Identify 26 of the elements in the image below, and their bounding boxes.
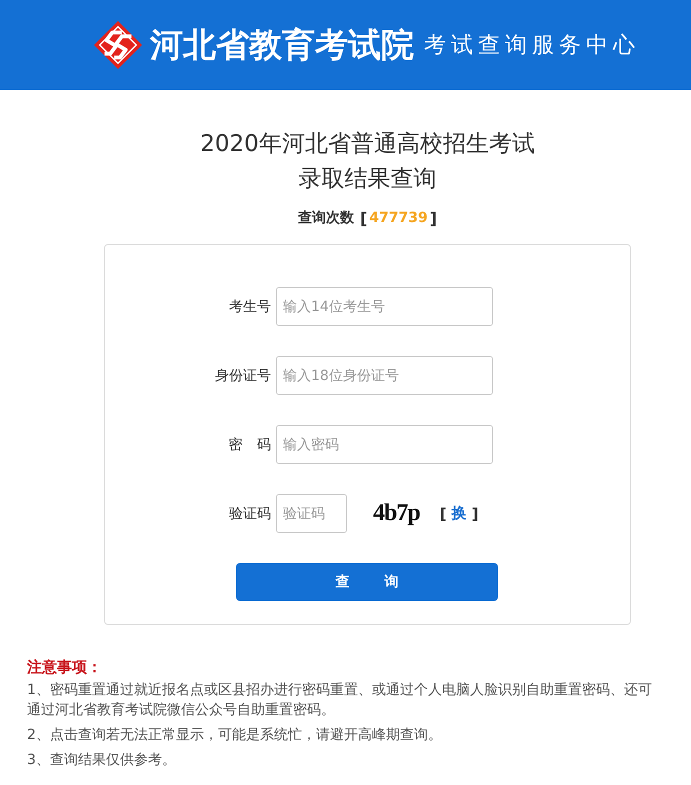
refresh-link[interactable]: 换 — [452, 504, 467, 523]
notice-item: 1、密码重置通过就近报名点或区县招办进行密码重置、或通过个人电脑人脸识别自助重置密码、还可 通过河北省教育考试院微信公众号自助重置密码。 — [27, 681, 653, 720]
field-label: 密 码 — [228, 436, 271, 454]
notice-item: 3、查询结果仅供参考。 — [27, 751, 177, 770]
field-label: 身份证号 — [215, 366, 271, 384]
bracket: ] — [472, 504, 478, 522]
count-value: 477739 — [369, 210, 428, 226]
input-field[interactable]: 输入18位身份证号 — [276, 356, 493, 395]
page-title: 2020年河北省普通高校招生考试 — [200, 130, 535, 159]
bracket: [ — [440, 504, 447, 522]
captcha-field[interactable]: 验证码 — [276, 494, 347, 533]
count-label: 查询次数 — [298, 209, 354, 227]
field-label: 验证码 — [229, 504, 271, 522]
bracket: ] — [430, 208, 438, 228]
notice-heading: 注意事项： — [27, 658, 103, 676]
diamond-logo-icon — [93, 20, 143, 70]
notice-item: 2、点击查询若无法正常显示，可能是系统忙，请避开高峰期查询。 — [27, 726, 443, 745]
header-subtitle: 考试查询服务中心 — [424, 32, 640, 60]
query-button[interactable]: 查 询 — [236, 563, 498, 601]
input-field[interactable]: 输入14位考生号 — [276, 287, 493, 326]
page-title: 录取结果查询 — [298, 165, 436, 194]
bracket: [ — [360, 208, 368, 228]
password-field[interactable]: 输入密码 — [276, 425, 493, 464]
captcha-text: 4b7p — [373, 500, 420, 527]
org-name: 河北省教育考试院 — [150, 24, 414, 66]
field-label: 考生号 — [229, 298, 271, 316]
